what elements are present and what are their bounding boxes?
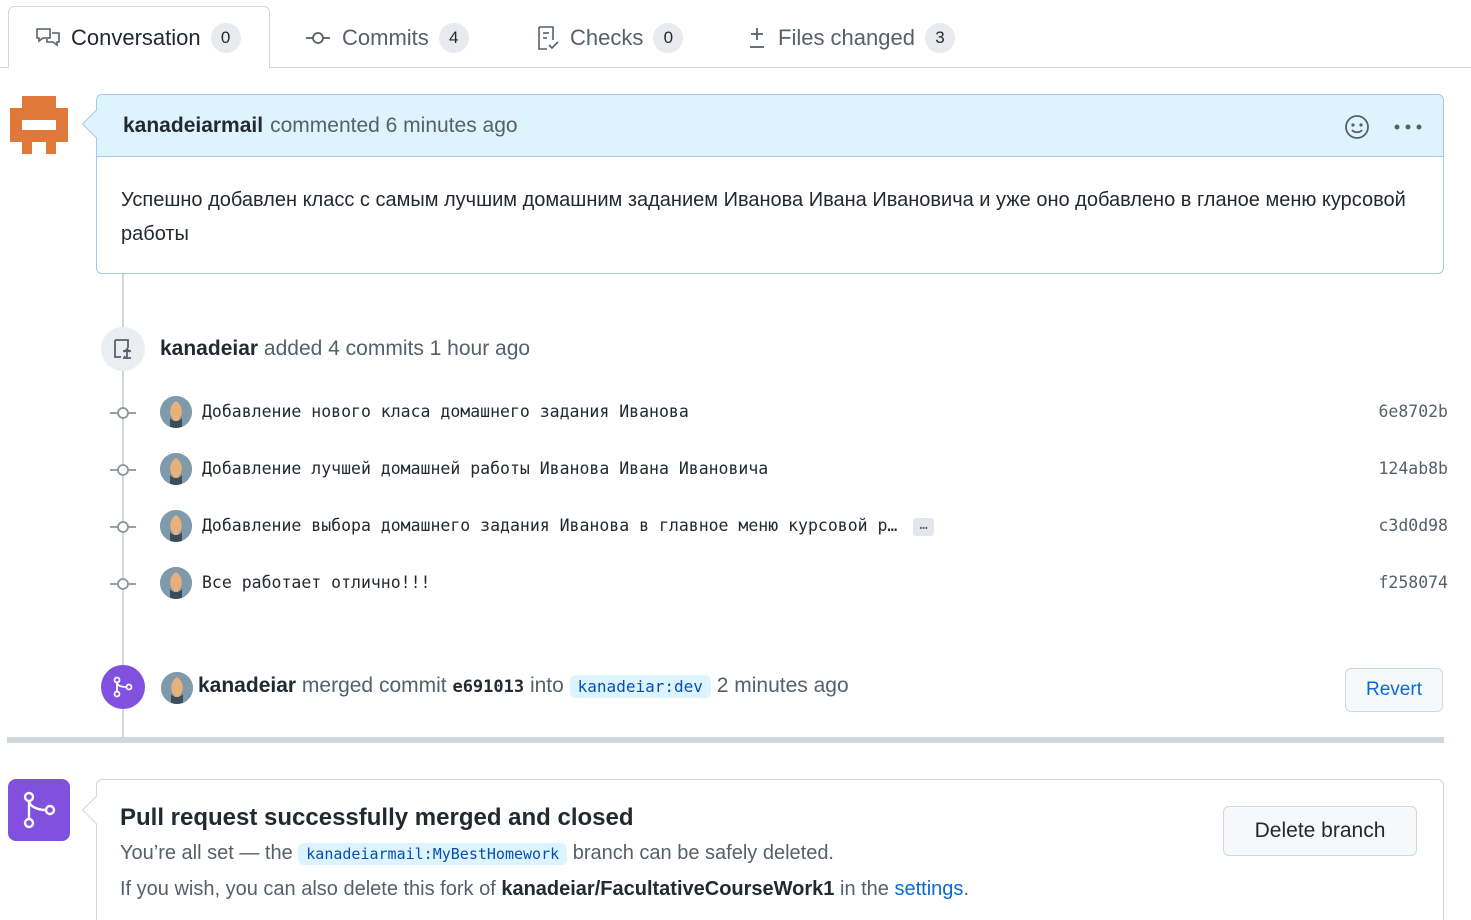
merged-badge bbox=[101, 665, 145, 709]
comment-author[interactable]: kanadeiarmail bbox=[123, 114, 263, 138]
tab-label: Conversation bbox=[71, 24, 201, 50]
branch-tag[interactable]: kanadeiar:dev bbox=[569, 675, 711, 698]
event-author[interactable]: kanadeiar bbox=[160, 337, 258, 360]
commits-event: kanadeiar added 4 commits 1 hour ago bbox=[160, 337, 530, 361]
merged-title: Pull request successfully merged and clo… bbox=[120, 804, 634, 831]
file-diff-icon bbox=[750, 27, 764, 48]
merged-text: If you wish, you can also delete this fo… bbox=[120, 878, 496, 900]
branch-tag[interactable]: kanadeiarmail:MyBestHomework bbox=[298, 843, 568, 865]
commit-avatar[interactable] bbox=[160, 567, 192, 599]
git-commit-icon bbox=[110, 464, 136, 476]
event-text: merged commit bbox=[301, 674, 447, 697]
merged-text: branch can be safely deleted. bbox=[572, 842, 834, 864]
kebab-horizontal-icon[interactable] bbox=[1393, 122, 1423, 132]
commit-message[interactable]: Все работает отлично!!! bbox=[202, 573, 430, 592]
revert-button[interactable]: Revert bbox=[1345, 668, 1443, 712]
merge-avatar[interactable] bbox=[161, 672, 193, 704]
commit-message: Добавление выбора домашнего задания Иван… bbox=[202, 516, 934, 536]
tab-checks[interactable]: Checks 0 bbox=[510, 6, 709, 69]
commit-row: Добавление выбора домашнего задания Иван… bbox=[108, 510, 1448, 546]
merged-text: . bbox=[963, 878, 969, 900]
tab-counter: 0 bbox=[210, 22, 241, 53]
merged-line-fork: If you wish, you can also delete this fo… bbox=[120, 878, 969, 901]
avatar[interactable] bbox=[10, 96, 68, 154]
commit-row: Все работает отлично!!! f258074 bbox=[108, 567, 1448, 603]
repo-push-icon bbox=[114, 339, 131, 359]
comment-box: kanadeiarmail commented 6 minutes ago Ус… bbox=[81, 94, 1444, 274]
tab-counter: 0 bbox=[653, 22, 684, 53]
comment-header: kanadeiarmail commented 6 minutes ago bbox=[97, 95, 1443, 157]
merged-status-badge bbox=[8, 779, 70, 841]
pr-tab-bar: Conversation 0 Commits 4 Checks 0 Files … bbox=[0, 0, 1471, 69]
identicon-avatar-icon bbox=[10, 96, 68, 154]
comment-body: Успешно добавлен класс с самым лучшим до… bbox=[121, 189, 1406, 245]
settings-link[interactable]: settings bbox=[895, 878, 964, 900]
repo-name: kanadeiar/FacultativeCourseWork1 bbox=[501, 878, 835, 900]
commit-sha[interactable]: c3d0d98 bbox=[1378, 516, 1448, 535]
merged-box-pointer bbox=[81, 795, 111, 825]
commit-row: Добавление нового класа домашнего задани… bbox=[108, 396, 1448, 432]
push-badge bbox=[101, 327, 145, 371]
event-text: added 4 commits 1 hour ago bbox=[263, 337, 531, 360]
commit-avatar[interactable] bbox=[160, 453, 192, 485]
tab-commits[interactable]: Commits 4 bbox=[278, 6, 495, 69]
tab-files-changed[interactable]: Files changed 3 bbox=[720, 6, 981, 69]
merge-event: kanadeiar merged commit e691013 into kan… bbox=[198, 674, 849, 698]
merge-commit-sha[interactable]: e691013 bbox=[452, 677, 524, 697]
comment-discussion-icon bbox=[36, 27, 60, 47]
tab-label: Files changed bbox=[778, 24, 915, 50]
tab-counter: 3 bbox=[924, 22, 955, 53]
delete-branch-button[interactable]: Delete branch bbox=[1223, 806, 1417, 856]
commit-message-text[interactable]: Добавление выбора домашнего задания Иван… bbox=[202, 516, 897, 535]
git-commit-icon bbox=[306, 31, 330, 44]
git-merge-icon bbox=[23, 791, 56, 829]
merged-box: Pull request successfully merged and clo… bbox=[81, 779, 1444, 920]
git-merge-icon bbox=[113, 676, 133, 698]
expand-message-button[interactable]: … bbox=[913, 517, 934, 536]
tab-counter: 4 bbox=[438, 22, 469, 53]
smiley-icon[interactable] bbox=[1343, 113, 1371, 141]
commit-message[interactable]: Добавление лучшей домашней работы Иванов… bbox=[202, 459, 768, 478]
event-author[interactable]: kanadeiar bbox=[198, 674, 296, 697]
event-time[interactable]: 2 minutes ago bbox=[717, 674, 849, 697]
event-text: into bbox=[529, 674, 564, 697]
commit-avatar[interactable] bbox=[160, 396, 192, 428]
commit-sha[interactable]: 124ab8b bbox=[1378, 459, 1448, 478]
commit-avatar[interactable] bbox=[160, 510, 192, 542]
merged-text: You’re all set — the bbox=[120, 842, 293, 864]
commit-sha[interactable]: 6e8702b bbox=[1378, 402, 1448, 421]
commit-sha[interactable]: f258074 bbox=[1378, 573, 1448, 592]
git-commit-icon bbox=[110, 521, 136, 533]
git-commit-icon bbox=[110, 578, 136, 590]
merged-text: in the bbox=[840, 878, 889, 900]
tab-label: Commits bbox=[342, 24, 429, 50]
commit-message[interactable]: Добавление нового класа домашнего задани… bbox=[202, 402, 689, 421]
timeline-divider bbox=[7, 737, 1444, 743]
comment-meta[interactable]: commented 6 minutes ago bbox=[270, 114, 517, 138]
commit-row: Добавление лучшей домашней работы Иванов… bbox=[108, 453, 1448, 489]
tab-conversation[interactable]: Conversation 0 bbox=[8, 6, 270, 69]
checklist-icon bbox=[538, 25, 559, 50]
tab-label: Checks bbox=[570, 24, 644, 50]
git-commit-icon bbox=[110, 407, 136, 419]
merged-line-branch: You’re all set — the kanadeiarmail:MyBes… bbox=[120, 842, 834, 865]
